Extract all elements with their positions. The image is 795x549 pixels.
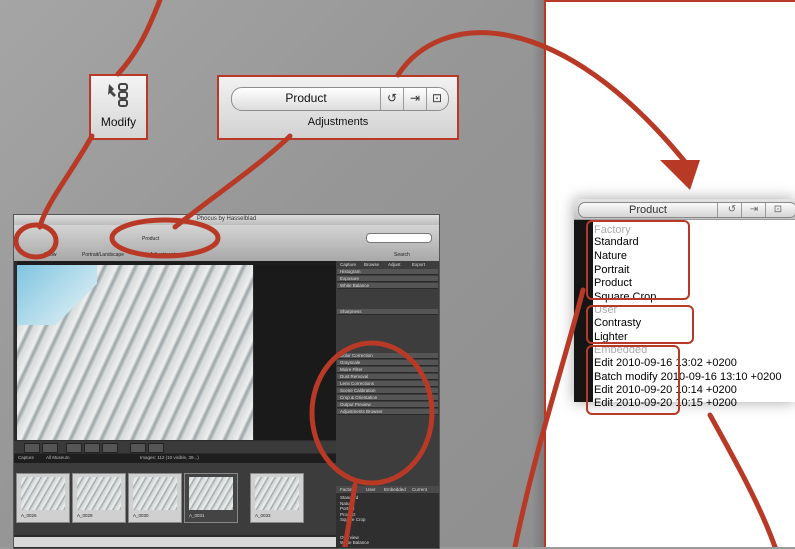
- arrow-line: [395, 30, 693, 171]
- annotation-overlay: [13, 0, 778, 547]
- arrow-head: [660, 160, 700, 190]
- arrow-line: [37, 133, 95, 230]
- highlight-ellipse: [309, 340, 435, 486]
- highlight-ellipse: [109, 217, 221, 259]
- arrow-line: [512, 287, 586, 547]
- arrow-line: [115, 0, 163, 77]
- highlight-ellipse: [13, 222, 59, 260]
- arrow-line: [707, 412, 778, 547]
- arrow-line: [342, 482, 358, 547]
- arrow-line: [172, 133, 293, 230]
